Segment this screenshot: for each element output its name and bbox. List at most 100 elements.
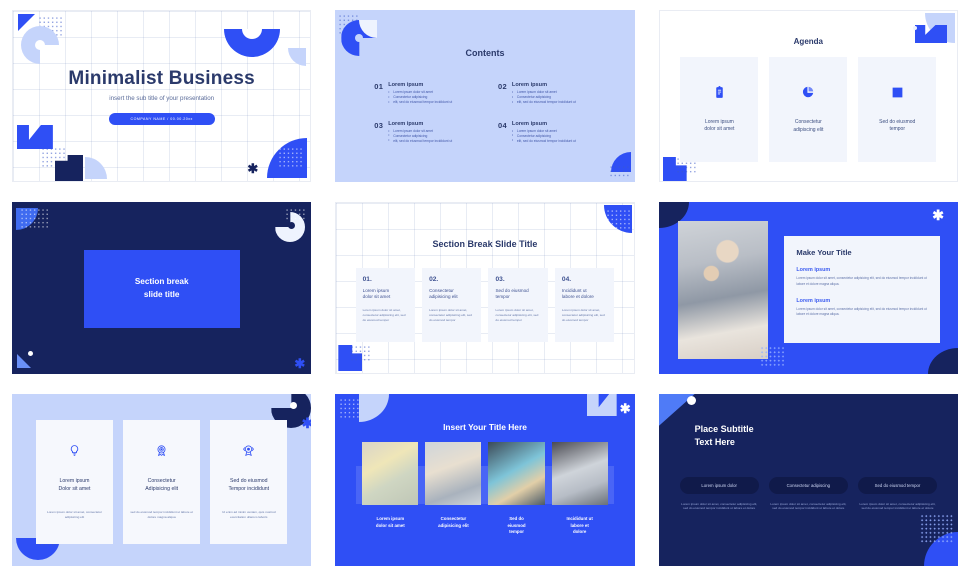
pill-column[interactable]: Consectetur adipiscing Lorem ipsum dolor… (768, 476, 848, 512)
panel-title: Make Your Title (796, 248, 852, 258)
section-column[interactable]: 04. Incididunt ut labore et dolore Lorem… (554, 267, 615, 343)
item-number: 03 (374, 121, 384, 131)
agenda-card[interactable]: Lorem ipsum dolor sit amet (680, 56, 759, 163)
quarter-circle-decoration-tl (359, 20, 378, 38)
slide-cell-1[interactable]: ✱ Minimalist Business insert the sub tit… (0, 0, 323, 192)
column-number: 02. (429, 275, 439, 283)
feature-heading: Consectetur Adipisicing elit (145, 478, 179, 492)
item-bullets: Lorem ipsum dolor sit amet Consectetur a… (388, 129, 452, 144)
feature-card[interactable]: Consectetur Adipisicing elit sed do eius… (123, 419, 201, 544)
pill-label[interactable]: Sed do eiusmod tempor (857, 476, 938, 494)
photo-caption: Consectetur adipisicing elit (438, 515, 469, 528)
section-break-title: Section break slide title (134, 277, 189, 299)
pill-column[interactable]: Sed do eiusmod tempor Lorem ipsum dolor … (857, 476, 938, 512)
pill-column[interactable]: Lorem ipsum dolor Lorem ipsum dolor sit … (679, 476, 759, 512)
photo-cell[interactable]: Lorem ipsum dolor sit amet (362, 442, 419, 552)
slide-cell-2[interactable]: Contents 01 Lorem ipsum Lorem ipsum dolo… (323, 0, 646, 192)
slide-cell-6[interactable]: ✱ Make Your Title Lorem ipsum Lorem ipsu… (647, 192, 970, 384)
desk-planning-photo (551, 442, 608, 505)
title-slide[interactable]: ✱ Minimalist Business insert the sub tit… (12, 10, 312, 182)
column-heading: Sed do eiusmod tempor (495, 287, 529, 300)
section-column[interactable]: 01. Lorem ipsum dolor sit amet Lorem ips… (355, 267, 416, 343)
page-title: Insert Your Title Here (443, 421, 527, 432)
section-column[interactable]: 03. Sed do eiusmod tempor Lorem ipsum do… (488, 267, 548, 343)
agenda-card-label: Sed do eiusmod tempor (879, 118, 916, 133)
triangle-decoration-tl (658, 394, 695, 426)
item-heading: Lorem ipsum (511, 82, 548, 89)
contents-list: 01 Lorem ipsum Lorem ipsum dolor sit ame… (374, 82, 607, 144)
page-title: Minimalist Business (68, 67, 255, 89)
section-break-slide[interactable]: ✱ Section break slide title (12, 202, 312, 374)
page-title: Section Break Slide Title (432, 238, 538, 249)
photo-cell[interactable]: Incididunt ut labore et dolore (551, 442, 608, 552)
quarter-circle-decoration-br (924, 532, 958, 566)
feature-card[interactable]: Sed do eiusmod Tempor incididunt Ut enim… (210, 419, 288, 544)
three-feature-cards-slide[interactable]: ✱ Lorem ipsum Dolor sit amet Lorem ipsum… (12, 394, 312, 566)
feature-card[interactable]: Lorem ipsum Dolor sit amet Lorem ipsum d… (35, 419, 114, 544)
ring-hole-tl (355, 34, 364, 42)
feature-heading: Lorem ipsum Dolor sit amet (58, 478, 91, 492)
feature-cards: Lorem ipsum Dolor sit amet Lorem ipsum d… (35, 419, 288, 544)
slide-deck-grid: ✱ Minimalist Business insert the sub tit… (0, 0, 970, 576)
dark-pills-slide[interactable]: Place Subtitle Text Here Lorem ipsum dol… (658, 394, 958, 566)
section-break-box[interactable]: Section break slide title (83, 250, 240, 328)
circle-decoration-tl (686, 396, 696, 405)
slide-cell-8[interactable]: ✱ Insert Your Title Here Lorem ipsum dol… (323, 384, 646, 576)
photo-cell[interactable]: Consectetur adipisicing elit (425, 442, 482, 552)
block-heading: Lorem ipsum (796, 297, 831, 304)
agenda-card-label: Consectetur adipiscing elit (793, 119, 824, 133)
quarter-circle-decoration-tl (16, 208, 38, 230)
column-body: Lorem ipsum dolor sit amet, consectetur … (561, 308, 605, 322)
slide-cell-3[interactable]: Agenda Lorem ipsum dolor sit amet Consec… (647, 0, 970, 192)
page-title: Contents (465, 47, 505, 58)
dot-pattern-br (608, 165, 631, 179)
agenda-card-label: Lorem ipsum dolor sit amet (704, 118, 735, 133)
team-working-photo (678, 220, 768, 359)
quarter-circle-decoration-br (610, 152, 631, 172)
image-text-slide[interactable]: ✱ Make Your Title Lorem ipsum Lorem ipsu… (658, 202, 958, 374)
dot-pattern-tl (339, 398, 366, 420)
agenda-slide[interactable]: Agenda Lorem ipsum dolor sit amet Consec… (658, 10, 958, 182)
slide-cell-9[interactable]: Place Subtitle Text Here Lorem ipsum dol… (647, 384, 970, 576)
photo-caption: Sed do eiusmod tempor (507, 515, 526, 535)
column-number: 01. (362, 275, 372, 283)
dot-pattern-tl (20, 208, 48, 230)
photo-cell[interactable]: Sed do eiusmod tempor (488, 442, 545, 552)
item-bullets: Lorem ipsum dolor sit amet Consectetur a… (512, 90, 576, 105)
block-body: Lorem ipsum dolor sit amet, consectetur … (796, 276, 927, 286)
column-heading: Consectetur adipisicing elit (429, 287, 458, 300)
agenda-cards: Lorem ipsum dolor sit amet Consectetur a… (680, 56, 937, 163)
target-badge-icon (155, 444, 168, 462)
bullet: elit, sed do eiusmod tempor incididunt u… (388, 100, 452, 105)
list-item[interactable]: 02 Lorem ipsum Lorem ipsum dolor sit ame… (498, 82, 608, 105)
column-body: Lorem ipsum dolor sit amet, consectetur … (495, 308, 539, 322)
quarter-circle-decoration-br (928, 348, 958, 374)
block-heading: Lorem ipsum (796, 267, 831, 274)
asterisk-icon: ✱ (301, 415, 312, 431)
company-badge[interactable]: COMPANY NAME / 00.00.20xx (108, 112, 215, 125)
item-bullets: Lorem ipsum dolor sit amet Consectetur a… (512, 129, 576, 144)
list-item[interactable]: 03 Lorem ipsum Lorem ipsum dolor sit ame… (374, 121, 484, 144)
feature-body: Lorem ipsum dolor sit amet, consectetur … (46, 509, 103, 519)
slide-cell-4[interactable]: ✱ Section break slide title (0, 192, 323, 384)
agenda-card[interactable]: Sed do eiusmod tempor (858, 56, 937, 163)
photo-caption: Lorem ipsum dolor sit amet (375, 515, 405, 528)
slide-cell-7[interactable]: ✱ Lorem ipsum Dolor sit amet Lorem ipsum… (0, 384, 323, 576)
list-item[interactable]: 01 Lorem ipsum Lorem ipsum dolor sit ame… (374, 82, 484, 105)
photo-grid-slide[interactable]: ✱ Insert Your Title Here Lorem ipsum dol… (335, 394, 635, 566)
pill-label[interactable]: Lorem ipsum dolor (679, 476, 759, 494)
pill-label[interactable]: Consectetur adipiscing (768, 476, 848, 494)
slide-cell-5[interactable]: Section Break Slide Title 01. Lorem ipsu… (323, 192, 646, 384)
section-column[interactable]: 02. Consectetur adipisicing elit Lorem i… (422, 267, 482, 343)
section-break-columns-slide[interactable]: Section Break Slide Title 01. Lorem ipsu… (335, 202, 635, 374)
hands-drawing-photo (425, 442, 482, 505)
list-item[interactable]: 04 Lorem ipsum Lorem ipsum dolor sit ame… (498, 121, 608, 144)
contents-slide[interactable]: Contents 01 Lorem ipsum Lorem ipsum dolo… (335, 10, 635, 182)
item-bullets: Lorem ipsum dolor sit amet Consectetur a… (388, 90, 452, 105)
agenda-card[interactable]: Consectetur adipiscing elit (769, 56, 848, 163)
tablet-wireframe-photo (488, 442, 545, 505)
award-ribbon-icon (242, 444, 255, 462)
bullet: elit, sed do eiusmod tempor incididunt u… (512, 100, 576, 105)
column-body: Lorem ipsum dolor sit amet, consectetur … (429, 308, 472, 322)
item-number: 02 (497, 82, 507, 92)
